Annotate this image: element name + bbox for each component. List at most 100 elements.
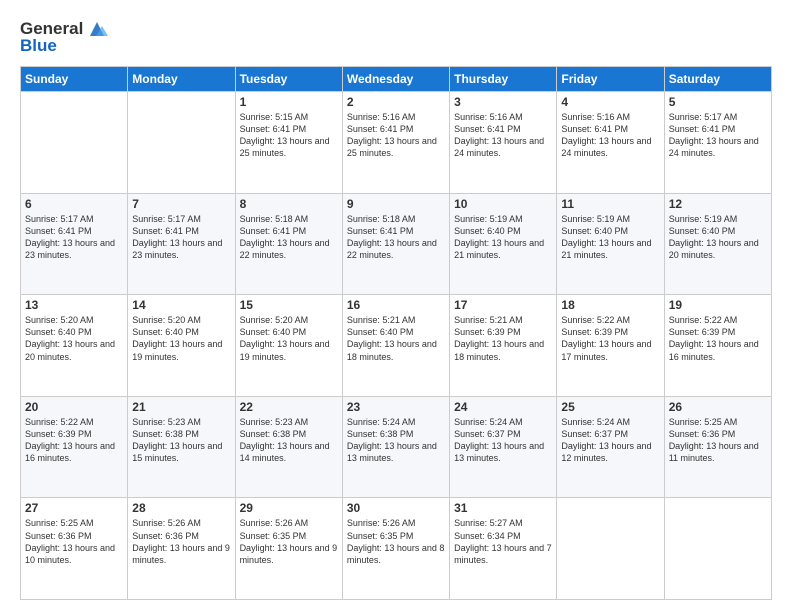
day-number: 28	[132, 501, 230, 515]
calendar-cell: 10Sunrise: 5:19 AMSunset: 6:40 PMDayligh…	[450, 193, 557, 295]
calendar-week-3: 13 Sunrise: 5:20 AMSunset: 6:40 PMDayligh…	[21, 295, 772, 397]
day-detail: Sunrise: 5:20 AMSunset: 6:40 PMDaylight:…	[132, 314, 230, 363]
calendar-week-4: 20Sunrise: 5:22 AMSunset: 6:39 PMDayligh…	[21, 396, 772, 498]
calendar-cell: 27 Sunrise: 5:25 AMSunset: 6:36 PMDayligh…	[21, 498, 128, 600]
calendar-cell: 16 Sunrise: 5:21 AMSunset: 6:40 PMDayligh…	[342, 295, 449, 397]
day-number: 16	[347, 298, 445, 312]
calendar-cell: 3Sunrise: 5:16 AMSunset: 6:41 PMDaylight…	[450, 92, 557, 194]
day-number: 9	[347, 197, 445, 211]
calendar-cell: 31 Sunrise: 5:27 AMSunset: 6:34 PMDayligh…	[450, 498, 557, 600]
day-detail: Sunrise: 5:21 AMSunset: 6:39 PMDaylight:…	[454, 314, 552, 363]
weekday-header-sunday: Sunday	[21, 67, 128, 92]
day-number: 8	[240, 197, 338, 211]
day-number: 6	[25, 197, 123, 211]
day-number: 13	[25, 298, 123, 312]
calendar-cell: 14 Sunrise: 5:20 AMSunset: 6:40 PMDayligh…	[128, 295, 235, 397]
calendar-cell: 19Sunrise: 5:22 AMSunset: 6:39 PMDayligh…	[664, 295, 771, 397]
day-detail: Sunrise: 5:24 AMSunset: 6:37 PMDaylight:…	[454, 416, 552, 465]
weekday-header-tuesday: Tuesday	[235, 67, 342, 92]
day-number: 25	[561, 400, 659, 414]
day-number: 3	[454, 95, 552, 109]
day-detail: Sunrise: 5:24 AMSunset: 6:37 PMDaylight:…	[561, 416, 659, 465]
calendar-cell: 24Sunrise: 5:24 AMSunset: 6:37 PMDayligh…	[450, 396, 557, 498]
day-number: 2	[347, 95, 445, 109]
day-number: 4	[561, 95, 659, 109]
calendar-cell: 29 Sunrise: 5:26 AMSunset: 6:35 PMDayligh…	[235, 498, 342, 600]
day-number: 5	[669, 95, 767, 109]
day-detail: Sunrise: 5:26 AMSunset: 6:36 PMDaylight:…	[132, 517, 230, 566]
day-detail: Sunrise: 5:19 AMSunset: 6:40 PMDaylight:…	[669, 213, 767, 262]
day-detail: Sunrise: 5:20 AMSunset: 6:40 PMDaylight:…	[240, 314, 338, 363]
calendar-cell	[557, 498, 664, 600]
day-detail: Sunrise: 5:18 AMSunset: 6:41 PMDaylight:…	[240, 213, 338, 262]
calendar-cell: 22Sunrise: 5:23 AMSunset: 6:38 PMDayligh…	[235, 396, 342, 498]
day-detail: Sunrise: 5:17 AMSunset: 6:41 PMDaylight:…	[132, 213, 230, 262]
calendar-cell: 8 Sunrise: 5:18 AMSunset: 6:41 PMDaylight…	[235, 193, 342, 295]
day-detail: Sunrise: 5:17 AMSunset: 6:41 PMDaylight:…	[669, 111, 767, 160]
day-detail: Sunrise: 5:24 AMSunset: 6:38 PMDaylight:…	[347, 416, 445, 465]
calendar-week-1: 1Sunrise: 5:15 AMSunset: 6:41 PMDaylight…	[21, 92, 772, 194]
calendar-table: SundayMondayTuesdayWednesdayThursdayFrid…	[20, 66, 772, 600]
day-number: 11	[561, 197, 659, 211]
day-detail: Sunrise: 5:25 AMSunset: 6:36 PMDaylight:…	[25, 517, 123, 566]
calendar-cell: 11Sunrise: 5:19 AMSunset: 6:40 PMDayligh…	[557, 193, 664, 295]
logo-icon	[86, 18, 108, 40]
day-detail: Sunrise: 5:17 AMSunset: 6:41 PMDaylight:…	[25, 213, 123, 262]
weekday-header-friday: Friday	[557, 67, 664, 92]
calendar-cell: 6 Sunrise: 5:17 AMSunset: 6:41 PMDaylight…	[21, 193, 128, 295]
day-number: 30	[347, 501, 445, 515]
day-detail: Sunrise: 5:25 AMSunset: 6:36 PMDaylight:…	[669, 416, 767, 465]
calendar-cell: 2 Sunrise: 5:16 AMSunset: 6:41 PMDaylight…	[342, 92, 449, 194]
day-detail: Sunrise: 5:22 AMSunset: 6:39 PMDaylight:…	[25, 416, 123, 465]
calendar-cell: 15 Sunrise: 5:20 AMSunset: 6:40 PMDayligh…	[235, 295, 342, 397]
day-detail: Sunrise: 5:26 AMSunset: 6:35 PMDaylight:…	[347, 517, 445, 566]
day-number: 15	[240, 298, 338, 312]
calendar-cell: 17 Sunrise: 5:21 AMSunset: 6:39 PMDayligh…	[450, 295, 557, 397]
weekday-header-monday: Monday	[128, 67, 235, 92]
weekday-header-row: SundayMondayTuesdayWednesdayThursdayFrid…	[21, 67, 772, 92]
day-detail: Sunrise: 5:22 AMSunset: 6:39 PMDaylight:…	[669, 314, 767, 363]
header: General Blue	[20, 18, 772, 56]
logo: General Blue	[20, 18, 108, 56]
day-number: 17	[454, 298, 552, 312]
calendar-cell: 1Sunrise: 5:15 AMSunset: 6:41 PMDaylight…	[235, 92, 342, 194]
calendar-cell	[128, 92, 235, 194]
calendar-cell	[664, 498, 771, 600]
weekday-header-thursday: Thursday	[450, 67, 557, 92]
calendar-cell: 4 Sunrise: 5:16 AMSunset: 6:41 PMDaylight…	[557, 92, 664, 194]
day-number: 23	[347, 400, 445, 414]
weekday-header-wednesday: Wednesday	[342, 67, 449, 92]
calendar-cell: 18Sunrise: 5:22 AMSunset: 6:39 PMDayligh…	[557, 295, 664, 397]
calendar-cell: 26 Sunrise: 5:25 AMSunset: 6:36 PMDayligh…	[664, 396, 771, 498]
day-number: 22	[240, 400, 338, 414]
day-detail: Sunrise: 5:19 AMSunset: 6:40 PMDaylight:…	[454, 213, 552, 262]
calendar-cell: 9Sunrise: 5:18 AMSunset: 6:41 PMDaylight…	[342, 193, 449, 295]
day-detail: Sunrise: 5:26 AMSunset: 6:35 PMDaylight:…	[240, 517, 338, 566]
day-number: 1	[240, 95, 338, 109]
day-detail: Sunrise: 5:20 AMSunset: 6:40 PMDaylight:…	[25, 314, 123, 363]
day-number: 27	[25, 501, 123, 515]
day-number: 29	[240, 501, 338, 515]
day-number: 12	[669, 197, 767, 211]
day-number: 31	[454, 501, 552, 515]
day-detail: Sunrise: 5:16 AMSunset: 6:41 PMDaylight:…	[561, 111, 659, 160]
calendar-cell: 5 Sunrise: 5:17 AMSunset: 6:41 PMDaylight…	[664, 92, 771, 194]
calendar-week-5: 27 Sunrise: 5:25 AMSunset: 6:36 PMDayligh…	[21, 498, 772, 600]
calendar-cell: 12 Sunrise: 5:19 AMSunset: 6:40 PMDayligh…	[664, 193, 771, 295]
day-detail: Sunrise: 5:27 AMSunset: 6:34 PMDaylight:…	[454, 517, 552, 566]
calendar-cell: 28 Sunrise: 5:26 AMSunset: 6:36 PMDayligh…	[128, 498, 235, 600]
calendar-cell: 13 Sunrise: 5:20 AMSunset: 6:40 PMDayligh…	[21, 295, 128, 397]
calendar-cell: 30 Sunrise: 5:26 AMSunset: 6:35 PMDayligh…	[342, 498, 449, 600]
calendar-cell: 7 Sunrise: 5:17 AMSunset: 6:41 PMDaylight…	[128, 193, 235, 295]
day-detail: Sunrise: 5:21 AMSunset: 6:40 PMDaylight:…	[347, 314, 445, 363]
calendar-cell: 23 Sunrise: 5:24 AMSunset: 6:38 PMDayligh…	[342, 396, 449, 498]
day-number: 26	[669, 400, 767, 414]
day-detail: Sunrise: 5:22 AMSunset: 6:39 PMDaylight:…	[561, 314, 659, 363]
weekday-header-saturday: Saturday	[664, 67, 771, 92]
day-detail: Sunrise: 5:16 AMSunset: 6:41 PMDaylight:…	[347, 111, 445, 160]
calendar-cell: 21Sunrise: 5:23 AMSunset: 6:38 PMDayligh…	[128, 396, 235, 498]
day-number: 21	[132, 400, 230, 414]
day-number: 14	[132, 298, 230, 312]
page: General Blue SundayMondayTuesdayWednesda…	[0, 0, 792, 612]
day-number: 7	[132, 197, 230, 211]
